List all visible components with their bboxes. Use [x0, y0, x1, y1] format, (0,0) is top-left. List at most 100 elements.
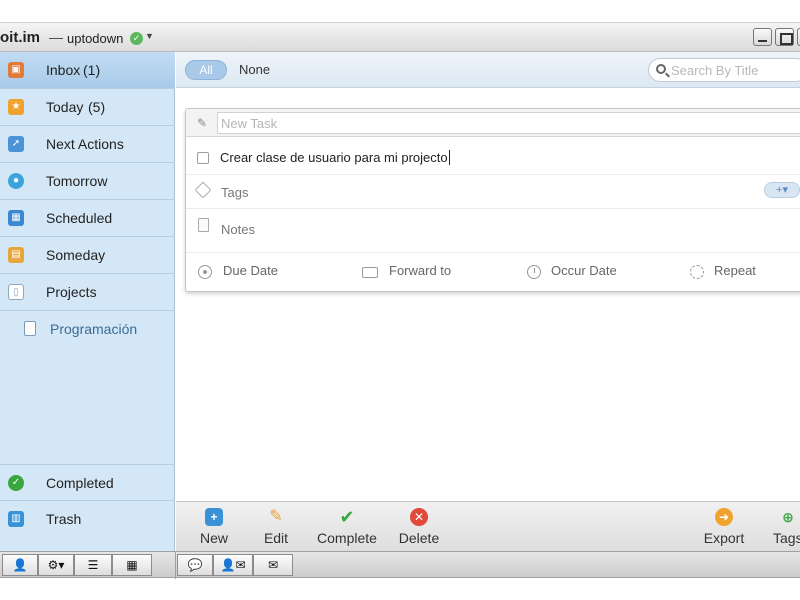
new-task-icon: +	[205, 508, 223, 526]
title-bar: oit.im — uptodown ✓ ▼	[0, 22, 800, 52]
sidebar-item-tomorrow[interactable]: ● Tomorrow	[0, 163, 175, 200]
comment-icon: 💬	[187, 558, 203, 572]
tags-button[interactable]: ⊕ Tags	[768, 502, 800, 552]
repeat-icon	[690, 265, 704, 279]
sidebar-item-completed[interactable]: ✓ Completed	[0, 464, 175, 501]
sidebar-item-label: Today	[46, 99, 84, 115]
filter-bar: All None	[176, 52, 800, 88]
occur-date-button[interactable]: Occur Date	[551, 263, 617, 278]
new-button[interactable]: + New	[190, 502, 238, 552]
settings-button[interactable]: ⚙▾	[38, 554, 74, 576]
sidebar-item-label: Scheduled	[46, 210, 113, 226]
forward-to-button[interactable]: Forward to	[389, 263, 451, 278]
project-icon	[24, 321, 36, 336]
sidebar-item-label: Inbox	[46, 62, 81, 78]
app-title: oit.im	[0, 29, 40, 46]
sidebar-item-label: Trash	[46, 511, 82, 527]
sidebar-item-someday[interactable]: ▤ Someday	[0, 237, 175, 274]
next-actions-icon: ➚	[8, 136, 24, 152]
contacts-icon: 👤	[12, 558, 28, 572]
minimize-button[interactable]	[753, 28, 772, 46]
trash-icon: ▥	[8, 511, 24, 527]
email-icon: ✉	[267, 558, 279, 572]
sidebar-item-label: Completed	[46, 475, 114, 491]
task-title-text: Crear clase de usuario para mi projecto	[220, 150, 448, 165]
new-label: New	[199, 530, 228, 546]
tags-add-icon: ⊕	[782, 509, 794, 525]
repeat-button[interactable]: Repeat	[714, 263, 756, 278]
title-separator: —	[49, 29, 63, 45]
tags-row[interactable]: Tags +▾	[186, 175, 800, 209]
sidebar-item-label: Tomorrow	[46, 173, 108, 189]
assign-user-icon: 👤✉	[220, 558, 246, 572]
pencil-icon: ✎	[197, 116, 208, 130]
sidebar-item-project-programacion[interactable]: Programación	[0, 310, 175, 346]
add-tag-button[interactable]: +▾	[764, 182, 800, 198]
notes-icon	[198, 218, 209, 232]
tag-icon	[194, 181, 212, 199]
sidebar-item-next-actions[interactable]: ➚ Next Actions	[0, 126, 175, 163]
complete-check-icon: ✔	[339, 507, 355, 527]
task-checkbox[interactable]	[197, 152, 209, 164]
delete-button[interactable]: ✕ Delete	[394, 502, 444, 552]
sidebar: ▣ Inbox (1) ★ Today (5) ➚ Next Actions ●…	[0, 52, 175, 551]
completed-check-icon: ✓	[8, 475, 24, 491]
sidebar-item-trash[interactable]: ▥ Trash	[0, 501, 175, 551]
filter-none-button[interactable]: None	[239, 62, 270, 77]
search-input[interactable]	[671, 62, 799, 78]
someday-icon: ▤	[8, 247, 24, 263]
sidebar-item-projects[interactable]: ▯ Projects	[0, 274, 175, 311]
maximize-button[interactable]	[775, 28, 794, 46]
search-icon	[656, 64, 666, 74]
sidebar-item-today[interactable]: ★ Today (5)	[0, 89, 175, 126]
task-row: Crear clase de usuario para mi projecto	[186, 139, 800, 175]
export-button[interactable]: ➜ Export	[699, 502, 749, 552]
grid-view-icon: ▦	[126, 558, 138, 572]
export-label: Export	[703, 530, 745, 546]
online-status-icon[interactable]: ✓	[130, 32, 143, 45]
sidebar-item-label: Projects	[46, 284, 97, 300]
bottom-toolbar: 👤 ⚙▾ ☰ ▦ 💬 👤✉ ✉	[0, 551, 800, 579]
action-bar: + New ✎ Edit ✔ Complete ✕ Delete ➜ Expor…	[176, 501, 800, 551]
complete-button[interactable]: ✔ Complete	[312, 502, 382, 552]
list-view-icon: ☰	[87, 558, 99, 572]
sidebar-item-label: Someday	[46, 247, 106, 263]
filter-all-button[interactable]: All	[185, 60, 227, 80]
edit-pencil-icon: ✎	[269, 508, 283, 525]
task-meta-row: Due Date Forward to Occur Date Repeat	[186, 253, 800, 291]
due-date-button[interactable]: Due Date	[223, 263, 278, 278]
contacts-button[interactable]: 👤	[2, 554, 38, 576]
forward-icon	[362, 267, 378, 278]
inbox-count: (1)	[83, 62, 101, 78]
task-title[interactable]: Crear clase de usuario para mi projecto	[220, 150, 450, 165]
complete-label: Complete	[317, 530, 377, 546]
toolbar-divider	[175, 552, 176, 579]
tags-label: Tags	[221, 185, 249, 200]
assign-button[interactable]: 👤✉	[213, 554, 253, 576]
text-cursor	[448, 150, 450, 165]
search-box[interactable]	[648, 58, 800, 82]
due-date-icon	[198, 265, 212, 279]
delete-x-icon: ✕	[410, 508, 428, 526]
gear-icon: ⚙▾	[47, 558, 65, 572]
notes-label: Notes	[221, 222, 255, 237]
email-button[interactable]: ✉	[253, 554, 293, 576]
list-view-button[interactable]: ☰	[74, 554, 112, 576]
edit-button[interactable]: ✎ Edit	[252, 502, 300, 552]
new-task-input[interactable]	[217, 112, 800, 134]
grid-view-button[interactable]: ▦	[112, 554, 152, 576]
sidebar-item-scheduled[interactable]: ▦ Scheduled	[0, 200, 175, 237]
sidebar-item-label: Next Actions	[46, 136, 124, 152]
sidebar-item-inbox[interactable]: ▣ Inbox (1)	[0, 52, 175, 89]
clock-icon	[527, 265, 541, 279]
inbox-icon: ▣	[8, 62, 24, 78]
tags-action-label: Tags	[773, 530, 800, 546]
notes-row[interactable]: Notes	[186, 209, 800, 253]
status-dropdown-icon[interactable]: ▼	[145, 31, 154, 41]
calendar-icon: ▦	[8, 210, 24, 226]
export-icon: ➜	[715, 508, 733, 526]
comment-button[interactable]: 💬	[177, 554, 213, 576]
edit-label: Edit	[263, 530, 289, 546]
delete-label: Delete	[398, 530, 440, 546]
username[interactable]: uptodown	[67, 31, 123, 46]
